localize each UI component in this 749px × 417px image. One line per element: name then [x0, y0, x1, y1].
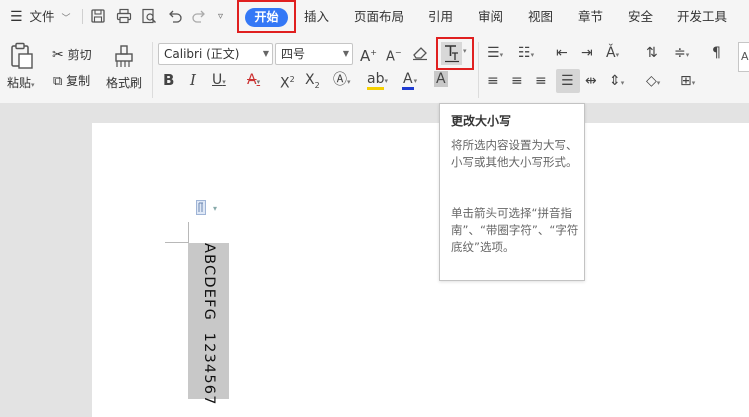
tab-start-highlight[interactable]: 开始 — [237, 0, 296, 33]
shading-icon[interactable]: ◇▾ — [646, 72, 660, 92]
cut-button[interactable]: ✂ 剪切 — [52, 46, 92, 63]
hamburger-icon: ☰ — [10, 9, 23, 25]
cut-label: 剪切 — [67, 48, 92, 62]
shrink-font-icon[interactable]: A− — [386, 44, 402, 66]
print-preview-icon[interactable] — [141, 8, 157, 24]
chevron-down-icon: ▼ — [342, 49, 349, 58]
align-right-icon[interactable]: ≡ — [535, 72, 547, 90]
clear-formatting-icon[interactable] — [411, 45, 429, 61]
styles-gallery[interactable]: A — [738, 42, 749, 72]
line-options-icon[interactable]: ≑▾ — [674, 44, 689, 64]
strikethrough-icon[interactable]: A▾ — [247, 71, 260, 91]
bold-icon[interactable]: B — [163, 71, 174, 89]
tab-page-layout[interactable]: 页面布局 — [354, 0, 404, 33]
chevron-down-icon: ▾ — [31, 81, 35, 89]
margin-mark — [165, 242, 189, 243]
copy-button[interactable]: ⧉ 复制 — [53, 72, 90, 89]
chevron-down-icon: ▼ — [262, 49, 269, 58]
paste-icon[interactable] — [9, 42, 35, 70]
paragraph-layout-icon[interactable] — [196, 200, 210, 216]
chevron-down-icon: ﹀ — [61, 14, 71, 24]
chevron-down-icon[interactable]: ▾ — [213, 200, 217, 218]
divider — [478, 42, 479, 98]
change-case-dropdown-icon[interactable]: ▾ — [463, 47, 467, 55]
font-size-value: 四号 — [281, 47, 306, 61]
character-shading-icon[interactable]: A — [434, 70, 448, 88]
show-marks-icon[interactable]: ¶ — [712, 44, 721, 62]
tab-sections[interactable]: 章节 — [578, 0, 603, 33]
change-case-tooltip: 更改大小写 将所选内容设置为大写、小写或其他大小写形式。 单击箭头可选择“拼音指… — [439, 103, 585, 281]
tab-security[interactable]: 安全 — [628, 0, 653, 33]
bullets-icon[interactable]: ☰▾ — [487, 44, 503, 64]
print-icon[interactable] — [116, 8, 132, 24]
tooltip-title: 更改大小写 — [451, 114, 512, 128]
copy-icon: ⧉ — [53, 74, 63, 89]
redo-icon[interactable] — [191, 8, 207, 24]
line-spacing-icon[interactable]: ⇕▾ — [609, 72, 624, 92]
subscript-icon[interactable]: X2 — [305, 71, 320, 95]
tab-review[interactable]: 审阅 — [478, 0, 503, 33]
tooltip-description: 将所选内容设置为大写、小写或其他大小写形式。 — [451, 138, 578, 169]
tab-references[interactable]: 引用 — [428, 0, 453, 33]
highlight-color-icon[interactable]: ab▾ — [367, 70, 388, 90]
text-direction-icon[interactable]: Ǎ▾ — [606, 44, 619, 64]
tooltip-hint: 单击箭头可选择“拼音指南”、“带圈字符”、“字符底纹”选项。 — [451, 206, 579, 254]
save-icon[interactable] — [90, 8, 106, 24]
text-effects-icon[interactable]: Ⓐ▾ — [333, 71, 351, 91]
font-size-select[interactable]: 四号 ▼ — [275, 43, 353, 65]
paste-button[interactable]: 粘贴▾ — [7, 74, 35, 91]
menu-bar: ☰ 文件 ﹀ ▿ 开始 插入 页面布局 引用 审阅 视图 章节 安全 开发工具 — [0, 0, 749, 33]
tab-insert[interactable]: 插入 — [304, 0, 329, 33]
quick-access-dropdown-icon[interactable]: ▿ — [218, 0, 223, 33]
increase-indent-icon[interactable]: ⇥ — [581, 44, 593, 62]
tab-start[interactable]: 开始 — [245, 8, 288, 27]
change-case-button[interactable]: ▾ — [436, 37, 474, 70]
tab-developer[interactable]: 开发工具 — [677, 0, 727, 33]
scissors-icon: ✂ — [52, 47, 64, 63]
decrease-indent-icon[interactable]: ⇤ — [556, 44, 568, 62]
vertical-text-block[interactable]: ABCDEFG 1234567 — [188, 243, 229, 406]
paste-label: 粘贴 — [7, 76, 32, 90]
align-left-icon[interactable]: ≡ — [487, 72, 499, 90]
vertical-text: ABCDEFG 1234567 — [201, 243, 217, 406]
font-color-icon[interactable]: A▾ — [402, 70, 417, 90]
change-case-icon — [445, 45, 459, 63]
format-painter-icon[interactable] — [112, 43, 136, 69]
distributed-icon[interactable]: ⇹ — [585, 72, 597, 90]
undo-icon[interactable] — [167, 8, 183, 24]
justify-button[interactable]: ☰ — [556, 69, 580, 93]
italic-icon[interactable]: I — [190, 71, 196, 89]
underline-icon[interactable]: U▾ — [212, 71, 226, 91]
justify-icon: ☰ — [561, 73, 574, 89]
tab-view[interactable]: 视图 — [528, 0, 553, 33]
superscript-icon[interactable]: X2 — [280, 71, 295, 93]
grow-font-icon[interactable]: A+ — [360, 44, 377, 65]
copy-label: 复制 — [66, 74, 91, 88]
align-center-icon[interactable]: ≡ — [511, 72, 523, 90]
divider — [152, 42, 153, 98]
format-painter-button[interactable]: 格式刷 — [106, 74, 142, 91]
font-name-value: Calibri (正文) — [164, 47, 240, 61]
numbering-icon[interactable]: ☷▾ — [518, 44, 534, 64]
borders-icon[interactable]: ⊞▾ — [680, 72, 695, 92]
file-menu-label: 文件 — [29, 9, 55, 24]
margin-mark — [188, 222, 189, 242]
file-menu[interactable]: ☰ 文件 ﹀ — [10, 0, 71, 33]
font-name-select[interactable]: Calibri (正文) ▼ — [158, 43, 273, 65]
sort-icon[interactable]: ⇅ — [646, 44, 658, 62]
divider — [82, 9, 83, 24]
